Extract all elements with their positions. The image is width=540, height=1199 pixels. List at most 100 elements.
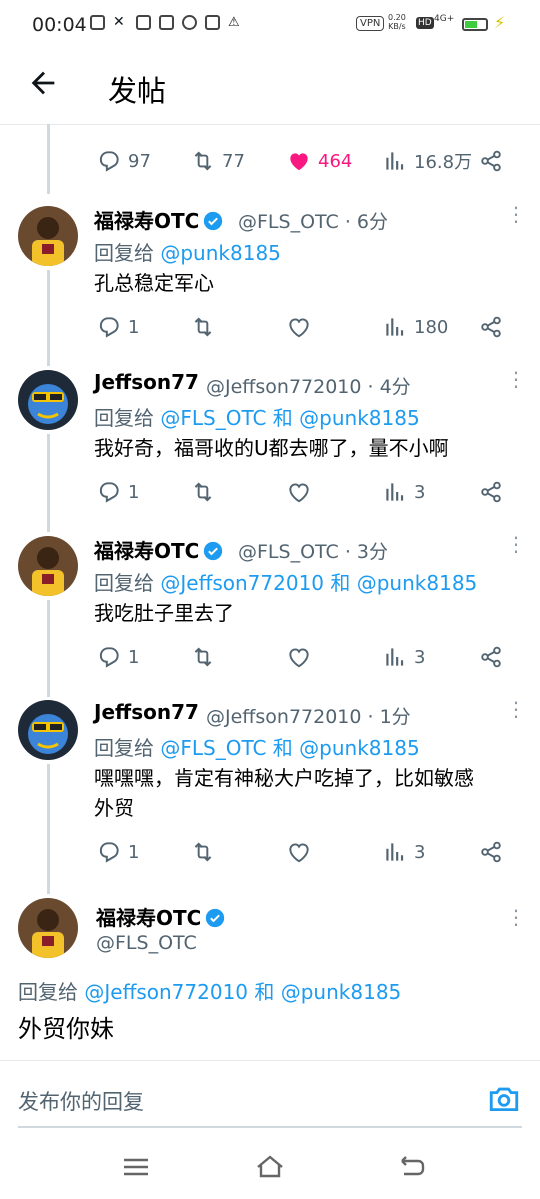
share-button[interactable] <box>478 479 504 505</box>
views-button[interactable]: 16.8万 <box>382 148 472 174</box>
heart-icon <box>289 843 309 863</box>
thread-line <box>47 764 50 894</box>
avatar[interactable] <box>18 700 78 760</box>
more-options-icon[interactable]: ⋮ <box>506 907 526 927</box>
share-button[interactable] <box>478 314 504 340</box>
avatar[interactable] <box>18 536 78 596</box>
share-icon <box>481 646 501 668</box>
views-icon <box>386 843 404 861</box>
tweet-actions: 1 3 <box>0 479 540 507</box>
page-title: 发帖 <box>108 74 167 108</box>
views-icon <box>386 152 404 170</box>
signal-icon: 4G+ <box>434 14 455 24</box>
reply-icon <box>99 842 119 863</box>
author-name[interactable]: Jeffson77 <box>94 370 199 394</box>
heart-icon <box>289 318 309 338</box>
reply-icon <box>99 151 119 172</box>
like-button[interactable] <box>286 479 312 505</box>
reply-button[interactable]: 1 <box>96 839 139 865</box>
author-handle[interactable]: @Jeffson772010 · 4分 <box>206 372 411 399</box>
mention-link[interactable]: @Jeffson772010 和 @punk8185 <box>84 980 401 1004</box>
author-handle[interactable]: @Jeffson772010 · 1分 <box>206 702 411 729</box>
reply-to-line: 回复给 @Jeffson772010 和 @punk8185 <box>18 980 402 1004</box>
reply-button[interactable]: 1 <box>96 479 139 505</box>
retweet-button[interactable] <box>190 314 216 340</box>
author-handle[interactable]: @FLS_OTC · 6分 <box>238 207 388 234</box>
tweet-text: 我吃肚子里去了 <box>94 601 234 625</box>
camera-icon[interactable] <box>487 1082 521 1116</box>
back-arrow-icon[interactable] <box>26 66 60 100</box>
reply-icon <box>99 482 119 503</box>
author-handle[interactable]: @FLS_OTC <box>96 932 197 954</box>
author-handle[interactable]: @FLS_OTC · 3分 <box>238 537 388 564</box>
reply-icon <box>99 317 119 338</box>
author-name[interactable]: Jeffson77 <box>94 700 199 724</box>
app-icon <box>159 15 174 30</box>
avatar[interactable] <box>18 206 78 266</box>
share-button[interactable] <box>478 644 504 670</box>
tweet-text: 外贸你妹 <box>18 1015 114 1043</box>
home-icon[interactable] <box>250 1152 290 1182</box>
network-speed: 0.20 KB/s <box>388 13 406 31</box>
more-options-icon[interactable]: ⋮ <box>506 534 526 554</box>
reply-button[interactable]: 1 <box>96 644 139 670</box>
author-name[interactable]: 福禄寿OTC <box>94 535 223 564</box>
tweet-text: 孔总稳定军心 <box>94 271 214 295</box>
verified-badge-icon <box>204 211 223 231</box>
tweet-actions: 1 180 <box>0 314 540 342</box>
vpn-badge: VPN <box>356 16 385 31</box>
share-button[interactable] <box>478 839 504 865</box>
mention-link[interactable]: @FLS_OTC 和 @punk8185 <box>160 736 419 760</box>
warning-icon: ⚠ <box>228 15 240 30</box>
heart-filled-icon <box>290 153 308 171</box>
like-button[interactable]: 464 <box>286 148 352 174</box>
reply-button[interactable]: 1 <box>96 314 139 340</box>
views-icon <box>386 648 404 666</box>
app-icon <box>205 15 220 30</box>
more-options-icon[interactable]: ⋮ <box>506 699 526 719</box>
reply-to-line: 回复给 @FLS_OTC 和 @punk8185 <box>94 406 420 430</box>
battery-icon <box>462 18 488 31</box>
mention-link[interactable]: @Jeffson772010 和 @punk8185 <box>160 571 477 595</box>
retweet-icon <box>194 647 212 667</box>
retweet-icon <box>194 842 212 862</box>
share-icon <box>481 316 501 338</box>
more-options-icon[interactable]: ⋮ <box>506 204 526 224</box>
retweet-button[interactable] <box>190 644 216 670</box>
reply-icon <box>99 647 119 668</box>
status-bar: 00:04 ✕ ⚠ VPN 0.20 KB/s HD 4G+ ⚡ <box>0 0 540 54</box>
more-options-icon[interactable]: ⋮ <box>506 369 526 389</box>
back-nav-icon[interactable] <box>392 1152 432 1182</box>
x-icon: ✕ <box>113 14 125 30</box>
retweet-button[interactable] <box>190 479 216 505</box>
author-name[interactable]: 福禄寿OTC <box>96 902 225 931</box>
reply-input[interactable]: 发布你的回复 <box>18 1086 144 1116</box>
header-divider <box>0 124 540 125</box>
hd-badge: HD <box>416 17 434 29</box>
share-button[interactable] <box>478 148 504 174</box>
retweet-button[interactable] <box>190 839 216 865</box>
share-icon <box>481 481 501 503</box>
composer-divider <box>0 1060 540 1061</box>
reply-button[interactable]: 97 <box>96 148 151 174</box>
views-button[interactable]: 3 <box>382 479 425 505</box>
heart-icon <box>289 483 309 503</box>
avatar[interactable] <box>18 898 78 958</box>
previous-tweet-actions: 97 77 464 16.8万 <box>0 148 540 176</box>
menu-icon[interactable] <box>116 1152 156 1182</box>
author-name[interactable]: 福禄寿OTC <box>94 205 223 234</box>
views-button[interactable]: 180 <box>382 314 448 340</box>
avatar[interactable] <box>18 370 78 430</box>
views-button[interactable]: 3 <box>382 644 425 670</box>
mention-link[interactable]: @punk8185 <box>160 241 281 265</box>
views-button[interactable]: 3 <box>382 839 425 865</box>
like-button[interactable] <box>286 314 312 340</box>
tweet-actions: 1 3 <box>0 644 540 672</box>
retweet-button[interactable]: 77 <box>190 148 245 174</box>
reply-to-line: 回复给 @Jeffson772010 和 @punk8185 <box>94 571 478 595</box>
tweet-text: 我好奇，福哥收的U都去哪了，量不小啊 <box>94 436 449 460</box>
tweet-actions: 1 3 <box>0 839 540 867</box>
mention-link[interactable]: @FLS_OTC 和 @punk8185 <box>160 406 419 430</box>
like-button[interactable] <box>286 839 312 865</box>
like-button[interactable] <box>286 644 312 670</box>
